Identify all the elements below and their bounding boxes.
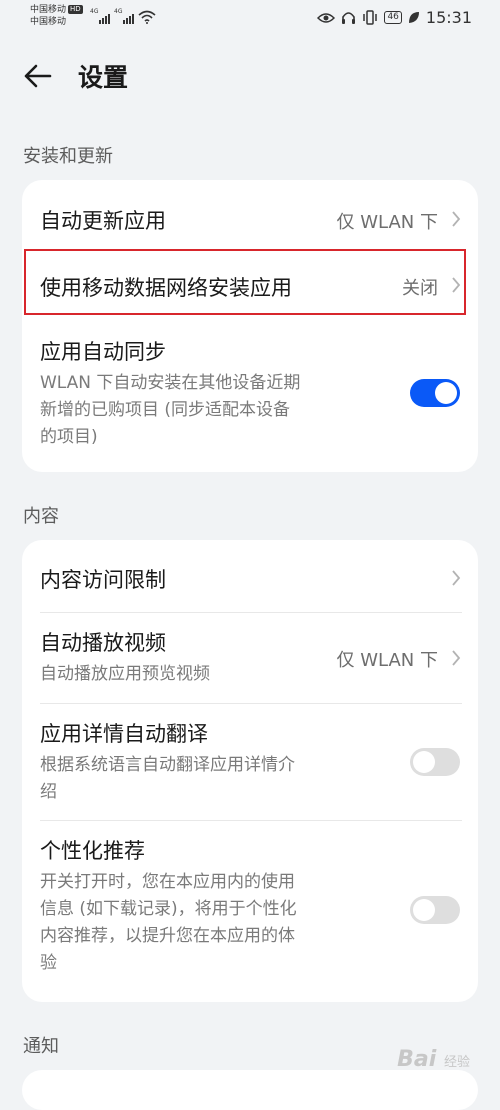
personalized-desc-line-1: 开关打开时，您在本应用内的使用 [40, 872, 295, 892]
leaf-icon [408, 12, 419, 23]
toggle-knob [413, 899, 435, 921]
net-type-2: 4G [114, 8, 123, 15]
card-content: 内容访问限制 自动播放视频 自动播放应用预览视频 仅 WLAN 下 应用详情自动… [22, 540, 478, 1002]
row-personalized-recommendation[interactable]: 个性化推荐 开关打开时，您在本应用内的使用 信息 (如下载记录)，将用于个性化 … [22, 821, 478, 1002]
eye-icon [317, 12, 336, 23]
personalized-title: 个性化推荐 [40, 839, 145, 863]
auto-sync-description: WLAN 下自动安装在其他设备近期 新增的已购项目 (同步适配本设备 的项目) [40, 370, 300, 451]
row-auto-sync[interactable]: 应用自动同步 WLAN 下自动安装在其他设备近期 新增的已购项目 (同步适配本设… [22, 318, 478, 472]
auto-translate-desc-line-2: 绍 [40, 782, 57, 802]
auto-translate-title: 应用详情自动翻译 [40, 722, 208, 746]
signal-group: 4G 4G [90, 8, 156, 24]
personalized-desc-line-3: 内容推荐，以提升您在本应用的体 [40, 926, 295, 946]
carrier-2: 中国移动 [30, 17, 67, 27]
back-arrow-icon[interactable] [22, 60, 54, 92]
section-label-content: 内容 [23, 506, 59, 527]
status-bar: 中国移动 HD 中国移动 4G 4G 46 15:31 [0, 0, 500, 36]
wifi-icon [138, 10, 156, 24]
watermark-sub: 经验 [443, 1055, 470, 1070]
row-content-access-limit[interactable]: 内容访问限制 [22, 540, 478, 612]
chevron-right-icon [452, 570, 461, 586]
auto-translate-description: 根据系统语言自动翻译应用详情介 绍 [40, 752, 295, 806]
autoplay-description: 自动播放应用预览视频 [40, 664, 210, 684]
auto-sync-desc-line-2: 新增的已购项目 (同步适配本设备 [40, 400, 291, 420]
row-auto-update[interactable]: 自动更新应用 仅 WLAN 下 [22, 180, 478, 258]
status-right: 46 15:31 [317, 8, 472, 27]
auto-sync-desc-line-3: 的项目) [40, 427, 98, 447]
auto-update-title: 自动更新应用 [40, 209, 166, 233]
section-label-install-update: 安装和更新 [23, 146, 113, 167]
access-limit-title: 内容访问限制 [40, 568, 166, 592]
auto-translate-toggle[interactable] [410, 748, 460, 776]
row-auto-translate[interactable]: 应用详情自动翻译 根据系统语言自动翻译应用详情介 绍 [22, 704, 478, 820]
clock: 15:31 [425, 8, 472, 27]
toggle-knob [413, 751, 435, 773]
card-notify [22, 1070, 478, 1110]
personalized-desc-line-4: 验 [40, 953, 57, 973]
headphones-icon [342, 12, 356, 24]
autoplay-value: 仅 WLAN 下 [336, 650, 438, 671]
auto-sync-title: 应用自动同步 [40, 340, 166, 364]
net-type-1: 4G [90, 8, 99, 15]
toggle-knob [435, 382, 457, 404]
watermark-logo: Bai 经验 [397, 1047, 470, 1072]
highlight-box [24, 249, 466, 315]
row-autoplay-video[interactable]: 自动播放视频 自动播放应用预览视频 仅 WLAN 下 [22, 613, 478, 703]
chevron-right-icon [452, 211, 461, 227]
card-install-update: 自动更新应用 仅 WLAN 下 使用移动数据网络安装应用 关闭 应用自动同步 W… [22, 180, 478, 472]
vibrate-icon [363, 10, 378, 25]
chevron-right-icon [452, 650, 461, 666]
auto-translate-desc-line-1: 根据系统语言自动翻译应用详情介 [40, 755, 295, 775]
auto-sync-desc-line-1: WLAN 下自动安装在其他设备近期 [40, 373, 301, 393]
carrier-info: 中国移动 HD 中国移动 [30, 4, 83, 28]
carrier-1: 中国移动 [30, 5, 67, 15]
section-label-notify: 通知 [23, 1036, 59, 1057]
personalized-desc-line-2: 信息 (如下载记录)，将用于个性化 [40, 899, 297, 919]
page-title: 设置 [78, 63, 129, 92]
auto-sync-toggle[interactable] [410, 379, 460, 407]
personalized-toggle[interactable] [410, 896, 460, 924]
signal-icon-2: 4G [114, 8, 134, 24]
hd-badge: HD [68, 5, 83, 14]
signal-icon-1: 4G [90, 8, 110, 24]
autoplay-title: 自动播放视频 [40, 631, 166, 655]
auto-update-value: 仅 WLAN 下 [336, 212, 438, 233]
app-header: 设置 [0, 50, 500, 102]
personalized-description: 开关打开时，您在本应用内的使用 信息 (如下载记录)，将用于个性化 内容推荐，以… [40, 869, 297, 977]
watermark-text: Bai [397, 1047, 437, 1072]
battery-icon: 46 [384, 11, 402, 24]
